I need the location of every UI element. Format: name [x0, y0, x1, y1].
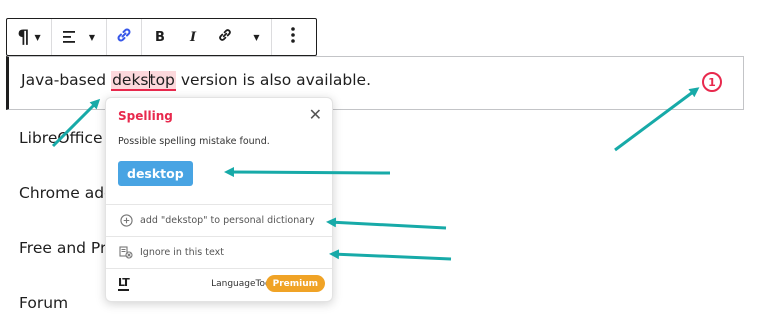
languagetool-logo: LT: [118, 276, 130, 291]
link-button-active[interactable]: [107, 19, 141, 55]
brand-name: LanguageTool: [211, 279, 273, 289]
link-icon: [217, 27, 233, 47]
add-to-dictionary-button[interactable]: add "dekstop" to personal dictionary: [118, 209, 315, 231]
more-formats-button[interactable]: ▼: [242, 19, 272, 55]
divider: [106, 236, 332, 237]
plus-circle-icon: [118, 212, 134, 228]
chevron-down-icon: ▼: [34, 32, 41, 42]
more-options-button[interactable]: [272, 19, 314, 55]
paragraph-text[interactable]: Java-based dekstop version is also avail…: [21, 71, 372, 91]
paragraph-block-button[interactable]: ¶ ▼: [7, 19, 51, 55]
italic-button[interactable]: I: [178, 19, 208, 55]
paragraph-line[interactable]: Forum: [19, 294, 68, 312]
misspelled-part-1: deks: [112, 71, 149, 89]
add-to-dictionary-label: add "dekstop" to personal dictionary: [140, 214, 315, 226]
paragraph-line[interactable]: LibreOffice a: [19, 129, 117, 147]
suggestion-button[interactable]: desktop: [118, 161, 193, 186]
popup-message: Possible spelling mistake found.: [118, 136, 270, 147]
bold-button[interactable]: B: [142, 19, 178, 55]
popup-footer: LT LanguageTool Premium: [106, 267, 332, 301]
options-group: [272, 19, 314, 55]
logo-text: LT: [118, 276, 130, 291]
alignment-group: ▼: [52, 19, 107, 55]
misspelled-part-2: top: [149, 71, 175, 89]
link-group: [107, 19, 142, 55]
paragraph-line[interactable]: Free and Pre: [19, 239, 116, 257]
chevron-down-icon: ▼: [253, 32, 260, 42]
text-after: version is also available.: [175, 71, 372, 89]
link-icon: [115, 26, 133, 48]
text-before: Java-based: [21, 71, 112, 89]
paragraph-icon: ¶: [17, 26, 30, 48]
block-toolbar: ¶ ▼ ▼ B I ▼: [6, 18, 317, 56]
block-type-group: ¶ ▼: [7, 19, 52, 55]
align-button[interactable]: ▼: [52, 19, 106, 55]
popup-title: Spelling: [118, 109, 173, 123]
premium-badge[interactable]: Premium: [265, 275, 325, 292]
spelling-popup: Spelling ✕ Possible spelling mistake fou…: [105, 97, 333, 302]
align-left-icon: [62, 28, 77, 47]
annotation-arrow-ignore: [329, 249, 452, 261]
annotation-arrow-dictionary: [326, 217, 447, 230]
ignore-label: Ignore in this text: [140, 246, 225, 258]
divider: [106, 204, 332, 205]
format-group: B I ▼: [142, 19, 272, 55]
misspelled-word[interactable]: dekstop: [111, 71, 176, 91]
ignore-button[interactable]: Ignore in this text: [118, 241, 224, 263]
chevron-down-icon: ▼: [88, 32, 96, 42]
ignore-icon: [118, 244, 134, 260]
more-vertical-icon: [291, 27, 295, 47]
error-count-badge[interactable]: 1: [702, 72, 722, 92]
paragraph-line[interactable]: Chrome add: [19, 184, 114, 202]
link-button[interactable]: [208, 19, 242, 55]
close-icon[interactable]: ✕: [309, 107, 322, 123]
